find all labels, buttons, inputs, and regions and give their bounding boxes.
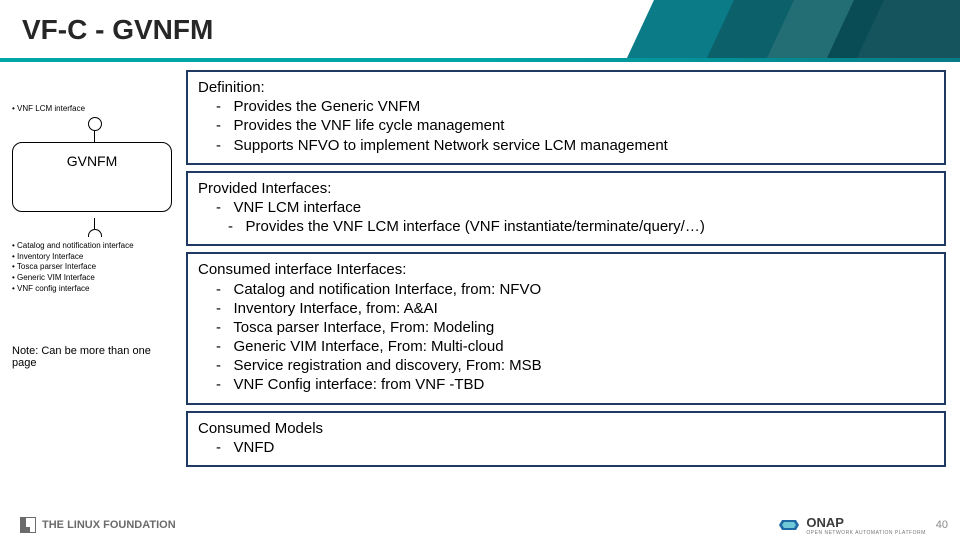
linux-foundation-logo: THE LINUX FOUNDATION — [20, 517, 176, 533]
list-item: Generic VIM Interface — [12, 273, 177, 284]
onap-logo: ONAP OPEN NETWORK AUTOMATION PLATFORM — [778, 515, 925, 536]
list-item: VNF config interface — [12, 284, 177, 295]
title-underline — [0, 58, 960, 62]
list-item: Supports NFVO to implement Network servi… — [216, 136, 934, 155]
list-item: Tosca parser Interface — [12, 262, 177, 273]
box-heading: Consumed Models — [198, 419, 934, 438]
consumed-interfaces-box: Consumed interface Interfaces: Catalog a… — [186, 252, 946, 404]
onap-icon — [778, 516, 800, 534]
list-item: Inventory Interface, from: A&AI — [216, 299, 934, 318]
provided-interfaces-box: Provided Interfaces: VNF LCM interface P… — [186, 171, 946, 247]
list-item: Provides the Generic VNFM — [216, 97, 934, 116]
list-item: Inventory Interface — [12, 252, 177, 263]
page-title: VF-C - GVNFM — [22, 14, 213, 46]
list-item: VNF Config interface: from VNF -TBD — [216, 375, 934, 394]
list-item: Tosca parser Interface, From: Modeling — [216, 318, 934, 337]
list-item: VNF LCM interface — [12, 104, 177, 115]
provided-interface-mini-list: VNF LCM interface — [12, 104, 177, 115]
lf-suffix: FOUNDATION — [103, 519, 176, 531]
gvnfm-box-label: GVNFM — [67, 153, 118, 169]
consumed-models-box: Consumed Models VNFD — [186, 411, 946, 467]
box-heading: Consumed interface Interfaces: — [198, 260, 934, 279]
page-number: 40 — [936, 519, 948, 531]
list-item: Provides the VNF life cycle management — [216, 116, 934, 135]
list-item: VNF LCM interface — [216, 198, 934, 217]
slide-note: Note: Can be more than one page — [12, 345, 177, 369]
onap-text: ONAP — [806, 515, 925, 530]
linux-foundation-icon — [20, 517, 36, 533]
gvnfm-component-box: GVNFM — [12, 142, 172, 212]
box-heading: Definition: — [198, 78, 934, 97]
lollipop-icon — [12, 117, 177, 143]
lf-main: LINUX — [67, 519, 100, 531]
left-diagram: VNF LCM interface GVNFM Catalog and noti… — [12, 70, 177, 369]
list-item: VNFD — [216, 438, 934, 457]
list-item: Generic VIM Interface, From: Multi-cloud — [216, 337, 934, 356]
list-item: Service registration and discovery, From… — [216, 356, 934, 375]
definition-box: Definition: Provides the Generic VNFM Pr… — [186, 70, 946, 165]
title-decoration — [660, 0, 960, 60]
list-item: Catalog and notification interface — [12, 241, 177, 252]
box-heading: Provided Interfaces: — [198, 179, 934, 198]
consumed-interface-mini-list: Catalog and notification interface Inven… — [12, 241, 177, 295]
onap-subtext: OPEN NETWORK AUTOMATION PLATFORM — [806, 530, 925, 536]
half-lollipop-icon — [12, 218, 177, 237]
list-item: Provides the VNF LCM interface (VNF inst… — [228, 217, 934, 236]
list-item: Catalog and notification Interface, from… — [216, 280, 934, 299]
lf-prefix: THE — [42, 519, 64, 531]
